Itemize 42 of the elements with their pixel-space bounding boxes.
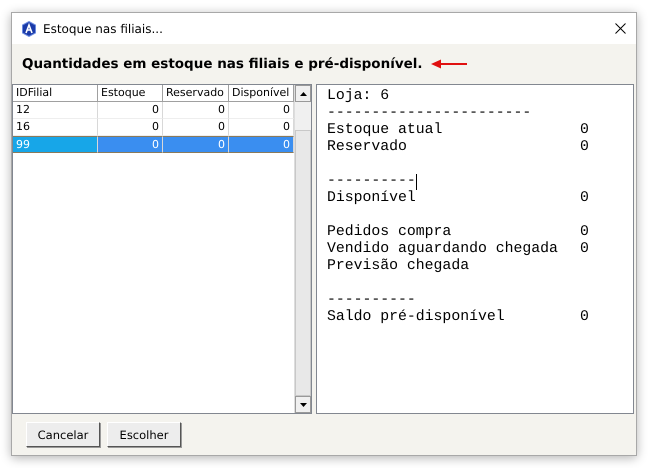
memo-line: Pedidos compra (327, 224, 452, 241)
table-cell[interactable]: 0 (229, 119, 294, 136)
column-header[interactable]: Estoque (98, 85, 163, 102)
heading: Quantidades em estoque nas filiais e pré-disponível. (22, 56, 423, 72)
table-cell[interactable]: 0 (163, 102, 229, 119)
column-header[interactable]: Disponível (229, 85, 294, 102)
dialog-button[interactable]: Cancelar (26, 422, 100, 447)
scroll-down-button[interactable] (295, 396, 311, 413)
scroll-up-button[interactable] (295, 85, 311, 102)
app-logo-icon (21, 20, 37, 36)
table-cell[interactable]: 0 (163, 119, 229, 136)
memo-line: Loja: 6 (327, 88, 390, 105)
memo-value: 0 (580, 122, 590, 139)
column-header[interactable]: Reservado (163, 85, 229, 102)
memo-line: Estoque atual (327, 122, 442, 139)
scrollbar[interactable] (294, 85, 311, 413)
table-cell[interactable]: 0 (229, 102, 294, 119)
window-title: Estoque nas filiais... (43, 22, 164, 36)
memo-line: Vendido aguardando chegada (327, 241, 558, 258)
table-cell[interactable]: 12 (13, 102, 98, 119)
memo-line: Disponível (327, 190, 416, 207)
down-arrow-icon (300, 402, 306, 406)
memo-line: Reservado (327, 139, 407, 156)
memo-value: 0 (580, 224, 590, 241)
memo-line: Previsão chegada (327, 258, 470, 275)
up-arrow-icon (300, 92, 306, 96)
table-cell[interactable]: 0 (98, 119, 163, 136)
memo-value: 0 (580, 309, 590, 326)
arrow-icon (430, 59, 467, 69)
close-button[interactable] (612, 20, 628, 36)
memo-value: 0 (580, 241, 590, 258)
memo-value: 0 (580, 139, 590, 156)
table-cell[interactable]: 0 (98, 102, 163, 119)
column-header[interactable]: IDFilial (13, 85, 98, 102)
details-memo[interactable]: Loja: 6 ----------------------- Estoque atual 0 Reservado 0 ---------- Disponível 0 Pedidos compra 0 Vendido aguardando chegada 0 Previsão chegada ---------- Saldo pré-disponível 0 (316, 84, 634, 414)
table-cell[interactable]: 16 (13, 119, 98, 136)
dialog-button[interactable]: Escolher (107, 422, 181, 447)
memo-line: ---------- (327, 173, 416, 190)
memo-line: ----------------------- (327, 105, 532, 122)
memo-line: ---------- (327, 292, 416, 309)
memo-value: 0 (580, 190, 590, 207)
memo-line: Saldo pré-disponível (327, 309, 505, 326)
